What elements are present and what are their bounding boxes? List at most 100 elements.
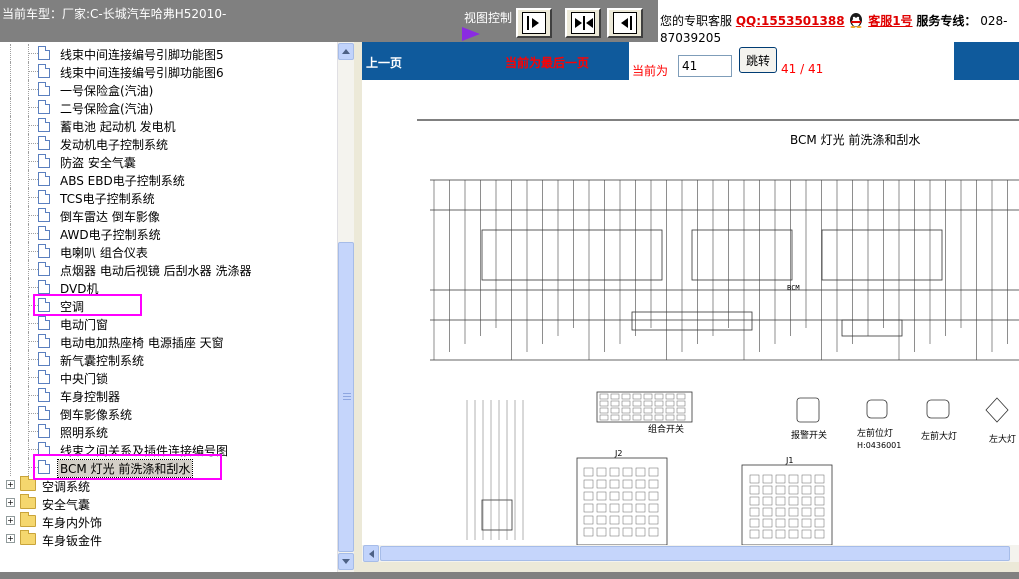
tree-item[interactable]: 一号保险盒(汽油) xyxy=(0,80,336,98)
tree-item[interactable]: 电动门窗 xyxy=(0,314,336,332)
tree-item-label: 倒车影像系统 xyxy=(60,408,133,422)
tree-item[interactable]: 电喇叭 组合仪表 xyxy=(0,242,336,260)
arrow-up-icon xyxy=(342,49,350,54)
tree-item[interactable]: 二号保险盒(汽油) xyxy=(0,98,336,116)
tree-item-label: 新气囊控制系统 xyxy=(60,354,145,368)
horizontal-scroll-thumb[interactable] xyxy=(380,546,1010,561)
document-icon xyxy=(38,154,50,168)
tree-item[interactable]: 中央门锁 xyxy=(0,368,336,386)
alarm-switch-label: 报警开关 xyxy=(791,429,827,441)
tree-folder-label: 车身内外饰 xyxy=(42,516,103,530)
expand-right-icon xyxy=(522,12,546,34)
tree-folder-label: 安全气囊 xyxy=(42,498,91,512)
document-icon xyxy=(38,352,50,366)
scroll-up-button[interactable] xyxy=(338,43,354,60)
expand-right-button[interactable] xyxy=(516,8,552,38)
connector-pins xyxy=(466,393,825,540)
tree-item-label: 二号保险盒(汽油) xyxy=(60,102,154,116)
tree-folder[interactable]: + 车身钣金件 xyxy=(0,530,336,548)
tree-item-label: 照明系统 xyxy=(60,426,109,440)
tree-item[interactable]: 车身控制器 xyxy=(0,386,336,404)
tree-item[interactable]: 倒车雷达 倒车影像 xyxy=(0,206,336,224)
document-icon xyxy=(38,262,50,276)
prev-page-link[interactable]: 上一页 xyxy=(366,54,402,71)
view-control-label: 视图控制 xyxy=(464,11,513,25)
tree-folder[interactable]: + 安全气囊 xyxy=(0,494,336,512)
expand-plus-icon[interactable]: + xyxy=(6,516,15,525)
expand-plus-icon[interactable]: + xyxy=(6,480,15,489)
manual-tree: 线束中间连接编号引脚功能图5 线束中间连接编号引脚功能图6 一号保险盒(汽油) 二号保… xyxy=(0,42,354,572)
connector-j1-label: J1 xyxy=(785,456,793,465)
tree-item[interactable]: 倒车影像系统 xyxy=(0,404,336,422)
tree-item[interactable]: ABS EBD电子控制系统 xyxy=(0,170,336,188)
qq-link[interactable]: QQ:1553501388 xyxy=(736,14,845,28)
highlight-box-ac xyxy=(33,294,142,316)
tree-folder[interactable]: + 车身内外饰 xyxy=(0,512,336,530)
tree-item-label: 蓄电池 起动机 发电机 xyxy=(60,120,176,134)
tree-item[interactable]: 发动机电子控制系统 xyxy=(0,134,336,152)
left-front-position-lamp-label: 左前位灯 xyxy=(857,427,893,439)
top-bar: 当前车型：厂家:C-长城汽车哈弗H52010- 视图控制 您的专职客服 QQ:1… xyxy=(0,0,1019,42)
tree-item-label: 车身控制器 xyxy=(60,390,121,404)
folder-icon xyxy=(20,512,36,527)
arrow-down-icon xyxy=(342,559,350,564)
document-icon xyxy=(38,388,50,402)
tree-folder-label: 车身钣金件 xyxy=(42,534,103,548)
document-icon xyxy=(38,334,50,348)
tree-item[interactable]: AWD电子控制系统 xyxy=(0,224,336,242)
document-icon xyxy=(38,46,50,60)
document-icon xyxy=(38,208,50,222)
connector-j2-label: J2 xyxy=(614,449,622,458)
scroll-left-button[interactable] xyxy=(363,545,379,562)
folder-icon xyxy=(20,494,36,509)
document-icon xyxy=(38,280,50,294)
tree-item[interactable]: 防盗 安全气囊 xyxy=(0,152,336,170)
viewer-horizontal-scrollbar[interactable] xyxy=(362,545,1019,562)
tree-item-label: 线束中间连接编号引脚功能图5 xyxy=(60,48,224,62)
schematic-lower xyxy=(481,391,1009,545)
vehicle-bar: 当前车型：厂家:C-长城汽车哈弗H52010- xyxy=(0,0,458,42)
tree-item[interactable]: 线束中间连接编号引脚功能图6 xyxy=(0,62,336,80)
expand-left-icon xyxy=(613,12,637,34)
highlight-box-bcm xyxy=(33,454,222,480)
current-page-label: 当前为 xyxy=(632,64,669,78)
document-icon xyxy=(38,424,50,438)
tree-item-label: 线束中间连接编号引脚功能图6 xyxy=(60,66,224,80)
tree-item-label: TCS电子控制系统 xyxy=(60,192,155,206)
page-number-input[interactable] xyxy=(678,55,732,77)
scroll-thumb[interactable] xyxy=(338,242,354,552)
tree-item[interactable]: 蓄电池 起动机 发电机 xyxy=(0,116,336,134)
goto-button[interactable]: 跳转 xyxy=(739,47,777,73)
tree-item[interactable]: 新气囊控制系统 xyxy=(0,350,336,368)
status-strip xyxy=(0,572,1019,579)
tree-item-label: 中央门锁 xyxy=(60,372,109,386)
tree-item[interactable]: 点烟器 电动后视镜 后刮水器 洗涤器 xyxy=(0,260,336,278)
document-icon xyxy=(38,316,50,330)
tree-item-label: ABS EBD电子控制系统 xyxy=(60,174,185,188)
app-window: 当前车型：厂家:C-长城汽车哈弗H52010- 视图控制 您的专职客服 QQ:1… xyxy=(0,0,1019,579)
folder-icon xyxy=(20,530,36,545)
qq-penguin-icon[interactable] xyxy=(848,12,864,28)
tree-item-label: 点烟器 电动后视镜 后刮水器 洗涤器 xyxy=(60,264,252,278)
scroll-down-button[interactable] xyxy=(338,553,354,570)
tree-folder-label: 空调系统 xyxy=(42,480,91,494)
document-icon xyxy=(38,64,50,78)
expand-plus-icon[interactable]: + xyxy=(6,534,15,543)
tree-item[interactable]: 线束中间连接编号引脚功能图5 xyxy=(0,44,336,62)
document-icon xyxy=(38,406,50,420)
tree-item-label: 电喇叭 组合仪表 xyxy=(60,246,148,260)
combo-switch-label: 组合开关 xyxy=(648,423,684,435)
tree-item[interactable]: 照明系统 xyxy=(0,422,336,440)
left-front-headlamp-label: 左前大灯 xyxy=(921,430,957,442)
hotline-number-b: 87039205 xyxy=(660,31,722,42)
tree-item[interactable]: TCS电子控制系统 xyxy=(0,188,336,206)
tree-item[interactable]: 电动电加热座椅 电源插座 天窗 xyxy=(0,332,336,350)
agent-link[interactable]: 客服1号 xyxy=(868,14,912,28)
split-view-button[interactable] xyxy=(565,8,601,38)
expand-plus-icon[interactable]: + xyxy=(6,498,15,507)
tree-vertical-scrollbar[interactable] xyxy=(337,42,354,572)
folder-icon xyxy=(20,476,36,491)
bcm-label: BCM xyxy=(787,284,800,292)
last-page-message: 当前为最后一页 xyxy=(505,56,590,70)
expand-left-button[interactable] xyxy=(607,8,643,38)
